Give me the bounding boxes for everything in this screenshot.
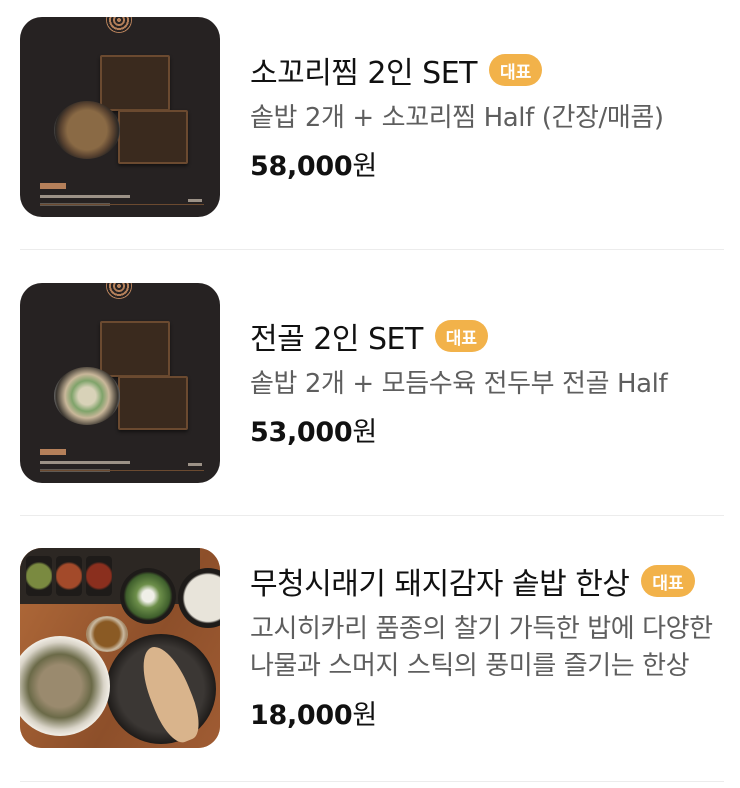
menu-item-price: 53,000원 xyxy=(250,410,724,449)
menu-item-price: 58,000원 xyxy=(250,144,724,183)
menu-item-image xyxy=(20,548,220,748)
menu-item-title: 소꼬리찜 2인 SET xyxy=(250,56,477,91)
menu-item-image xyxy=(20,283,220,483)
caption-graphic xyxy=(40,461,130,464)
side-dish-graphic xyxy=(86,556,112,596)
menu-item-info: 무청시래기 돼지감자 솥밥 한상 대표 고시히카리 품종의 찰기 가득한 밥에 … xyxy=(250,561,724,732)
divider xyxy=(20,781,724,782)
price-number: 58,000 xyxy=(250,151,353,182)
price-unit: 원 xyxy=(352,151,377,182)
menu-item-info: 소꼬리찜 2인 SET 대표 솥밥 2개 + 소꼬리찜 Half (간장/매콤)… xyxy=(250,50,724,183)
representative-badge: 대표 xyxy=(641,565,695,597)
menu-item-info: 전골 2인 SET 대표 솥밥 2개 + 모듬수육 전두부 전골 Half 53… xyxy=(250,316,724,449)
representative-badge: 대표 xyxy=(488,54,543,86)
title-row: 전골 2인 SET 대표 xyxy=(250,316,724,357)
title-row: 소꼬리찜 2인 SET 대표 xyxy=(250,50,724,91)
pot-graphic xyxy=(54,367,120,425)
menu-item-description: 고시히카리 품종의 찰기 가득한 밥에 다양한 나물과 스머지 스틱의 풍미를 … xyxy=(250,614,713,681)
salad-bowl-graphic xyxy=(120,568,176,624)
tray-graphic xyxy=(100,321,170,377)
menu-item-title: 무청시래기 돼지감자 솥밥 한상 xyxy=(250,567,630,602)
price-unit: 원 xyxy=(352,417,377,448)
menu-item-description: 솥밥 2개 + 모듬수육 전두부 전골 Half xyxy=(250,369,668,399)
tray-graphic xyxy=(118,110,188,164)
tray-graphic xyxy=(118,376,188,430)
price-unit: 원 xyxy=(352,700,377,731)
caption-graphic xyxy=(40,195,130,198)
side-dish-graphic xyxy=(26,556,52,596)
menu-item-image xyxy=(20,17,220,217)
price-number: 18,000 xyxy=(250,700,353,731)
representative-badge: 대표 xyxy=(434,320,489,352)
menu-item-jeongol-set[interactable]: 전골 2인 SET 대표 솥밥 2개 + 모듬수육 전두부 전골 Half 53… xyxy=(20,283,724,483)
divider-graphic xyxy=(40,204,204,205)
title-row: 무청시래기 돼지감자 솥밥 한상 대표 xyxy=(250,561,724,602)
fingerprint-logo-icon xyxy=(106,17,132,33)
menu-item-title: 전골 2인 SET xyxy=(250,322,423,357)
divider-graphic xyxy=(40,470,204,471)
caption-graphic xyxy=(188,199,202,202)
divider xyxy=(20,249,724,250)
menu-item-description: 솥밥 2개 + 소꼬리찜 Half (간장/매콤) xyxy=(250,103,664,133)
caption-graphic xyxy=(188,463,202,466)
pot-graphic xyxy=(54,101,120,159)
fingerprint-logo-icon xyxy=(106,283,132,299)
sauce-bowl-graphic xyxy=(86,616,128,652)
divider xyxy=(20,515,724,516)
side-dish-graphic xyxy=(56,556,82,596)
menu-item-hansang[interactable]: 무청시래기 돼지감자 솥밥 한상 대표 고시히카리 품종의 찰기 가득한 밥에 … xyxy=(20,548,724,748)
set-menu-tag-graphic xyxy=(40,183,66,189)
menu-item-price: 18,000원 xyxy=(250,693,724,732)
menu-item-oxtail-set[interactable]: 소꼬리찜 2인 SET 대표 솥밥 2개 + 소꼬리찜 Half (간장/매콤)… xyxy=(20,17,724,217)
tray-graphic xyxy=(100,55,170,111)
set-menu-tag-graphic xyxy=(40,449,66,455)
price-number: 53,000 xyxy=(250,417,353,448)
